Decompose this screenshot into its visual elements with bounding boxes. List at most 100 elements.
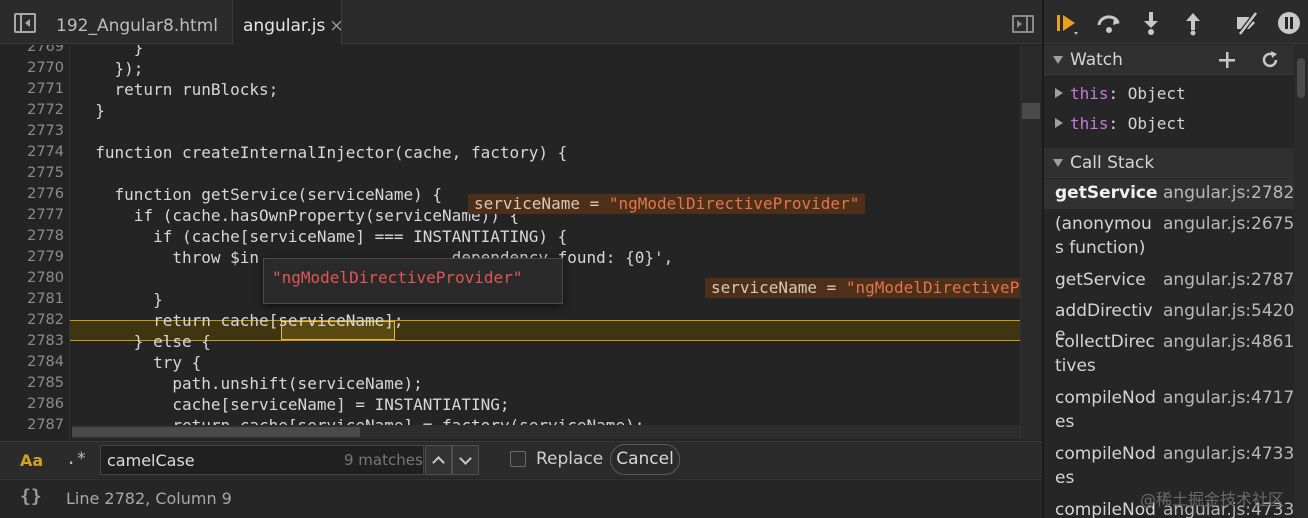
- frame-location: angular.js:5420: [1163, 301, 1295, 321]
- watermark: @稀土掘金技术社区: [1140, 490, 1285, 509]
- line-number[interactable]: 2776: [0, 184, 64, 205]
- frame-location: angular.js:4861: [1163, 332, 1295, 352]
- next-match-button[interactable]: [452, 445, 479, 475]
- frame-name: compileNodes: [1055, 444, 1156, 488]
- line-number[interactable]: 2782: [0, 310, 64, 331]
- line-number[interactable]: 2781: [0, 289, 64, 310]
- step-over-icon[interactable]: [1096, 10, 1122, 36]
- frame-location: angular.js:2787: [1163, 270, 1295, 290]
- close-icon[interactable]: ×: [329, 16, 343, 36]
- watch-item[interactable]: this: Object: [1055, 114, 1186, 133]
- navigator-toggle-icon[interactable]: [14, 13, 36, 33]
- frame-name: getService: [1055, 183, 1158, 203]
- replace-checkbox[interactable]: [510, 451, 526, 467]
- line-number[interactable]: 2775: [0, 163, 64, 184]
- code-line[interactable]: if (cache.hasOwnProperty(serviceName)) {: [76, 205, 519, 226]
- search-bar: Aa .* 9 matches Replace Cancel: [0, 441, 1042, 478]
- match-case-toggle[interactable]: Aa: [20, 451, 43, 470]
- code-line[interactable]: try {: [76, 352, 201, 373]
- chevron-down-icon: [459, 452, 472, 465]
- add-icon[interactable]: [1218, 51, 1236, 69]
- tab-label: 192_Angular8.html: [56, 16, 218, 36]
- code-line[interactable]: cache[serviceName] = INSTANTIATING;: [76, 394, 509, 415]
- line-number[interactable]: 2779: [0, 247, 64, 268]
- line-number[interactable]: 2769: [0, 45, 64, 58]
- frame-name: (anonymous function): [1055, 214, 1152, 258]
- call-stack-frame[interactable]: (anonymous function) angular.js:2675: [1044, 210, 1294, 265]
- frame-location: angular.js:2675: [1163, 214, 1295, 234]
- pause-on-exceptions-icon[interactable]: [1276, 10, 1302, 36]
- replace-label[interactable]: Replace: [536, 449, 603, 469]
- match-count: 9 matches: [344, 451, 423, 469]
- line-number[interactable]: 2774: [0, 142, 64, 163]
- code-line[interactable]: }: [76, 100, 105, 121]
- line-number[interactable]: 2772: [0, 100, 64, 121]
- inline-value: serviceName = "ngModelDirectivePro: [705, 278, 1042, 298]
- status-bar: {} Line 2782, Column 9: [0, 479, 1042, 518]
- call-stack-title: Call Stack: [1070, 153, 1155, 173]
- code-editor[interactable]: 2769 2770 2771 2772 2773 2774 2775 2776 2777 2778…: [0, 45, 1042, 440]
- frame-name: collectDirectives: [1055, 332, 1155, 376]
- call-stack-frame[interactable]: compileNodes angular.js:4717: [1044, 384, 1294, 439]
- watch-title: Watch: [1070, 50, 1123, 70]
- line-number[interactable]: 2784: [0, 352, 64, 373]
- line-number[interactable]: 2786: [0, 394, 64, 415]
- line-number[interactable]: 2780: [0, 268, 64, 289]
- frame-name: getService: [1055, 270, 1146, 290]
- code-line[interactable]: }: [76, 45, 144, 58]
- code-line[interactable]: function createInternalInjector(cache, f…: [76, 142, 567, 163]
- code-line[interactable]: path.unshift(serviceName);: [76, 373, 422, 394]
- debugger-toolbar: [1044, 0, 1308, 44]
- watch-item[interactable]: this: Object: [1055, 84, 1186, 103]
- expand-icon: [1055, 88, 1063, 98]
- step-into-icon[interactable]: [1138, 10, 1164, 36]
- frame-location: angular.js:4733: [1163, 444, 1295, 464]
- line-number[interactable]: 2787: [0, 415, 64, 436]
- deactivate-breakpoints-icon[interactable]: [1234, 10, 1260, 36]
- frame-location: angular.js:2782: [1163, 183, 1295, 203]
- chevron-up-icon: [432, 456, 445, 469]
- line-number[interactable]: 2783: [0, 331, 64, 352]
- code-line[interactable]: } else {: [76, 331, 211, 352]
- code-line[interactable]: if (cache[serviceName] === INSTANTIATING…: [76, 226, 567, 247]
- line-number[interactable]: 2771: [0, 79, 64, 100]
- frame-name: compileNodes: [1055, 388, 1156, 432]
- resume-icon[interactable]: [1054, 10, 1080, 36]
- code-line[interactable]: });: [76, 58, 144, 79]
- code-line[interactable]: }: [76, 289, 163, 310]
- call-stack-section-header[interactable]: Call Stack: [1044, 148, 1294, 178]
- pretty-print-button[interactable]: {}: [20, 486, 42, 507]
- frame-location: angular.js:4717: [1163, 388, 1295, 408]
- code-line[interactable]: function getService(serviceName) {: [76, 184, 443, 205]
- vertical-scrollbar-thumb[interactable]: [1022, 103, 1040, 119]
- call-stack-frame[interactable]: collectDirectives angular.js:4861: [1044, 328, 1294, 383]
- panel-scrollbar[interactable]: [1294, 45, 1308, 518]
- line-number[interactable]: 2777: [0, 205, 64, 226]
- horizontal-scrollbar-thumb[interactable]: [72, 427, 360, 437]
- line-number[interactable]: 2773: [0, 121, 64, 142]
- line-number[interactable]: 2770: [0, 58, 64, 79]
- tab-label: angular.js: [243, 16, 326, 36]
- call-stack-frame[interactable]: getService angular.js:2787: [1044, 266, 1294, 296]
- collapse-icon: [1053, 56, 1063, 64]
- tab-192-angular8-html[interactable]: 192_Angular8.html: [46, 0, 232, 44]
- refresh-icon[interactable]: [1260, 50, 1280, 70]
- previous-match-button[interactable]: [425, 445, 452, 475]
- regex-toggle[interactable]: .*: [66, 449, 86, 469]
- code-line[interactable]: return cache[serviceName];: [76, 310, 403, 331]
- line-number[interactable]: 2778: [0, 226, 64, 247]
- call-stack-frame[interactable]: addDirective angular.js:5420: [1044, 297, 1295, 345]
- call-stack-frame[interactable]: getService angular.js:2782: [1044, 179, 1294, 209]
- line-number[interactable]: 2785: [0, 373, 64, 394]
- collapse-icon: [1053, 159, 1063, 167]
- watch-section-header[interactable]: Watch: [1044, 45, 1294, 75]
- panel-scrollbar-thumb[interactable]: [1297, 58, 1305, 98]
- tab-angular-js[interactable]: angular.js ×: [232, 0, 344, 45]
- cursor-position: Line 2782, Column 9: [66, 489, 232, 508]
- debugger-sidebar-toggle-icon[interactable]: [1012, 15, 1034, 33]
- cancel-button[interactable]: Cancel: [610, 444, 680, 475]
- line-number-gutter: 2769 2770 2771 2772 2773 2774 2775 2776 2777 2778…: [0, 45, 70, 440]
- code-line[interactable]: return runBlocks;: [76, 79, 279, 100]
- value-preview-tooltip: "ngModelDirectiveProvider": [263, 258, 563, 304]
- step-out-icon[interactable]: [1180, 10, 1206, 36]
